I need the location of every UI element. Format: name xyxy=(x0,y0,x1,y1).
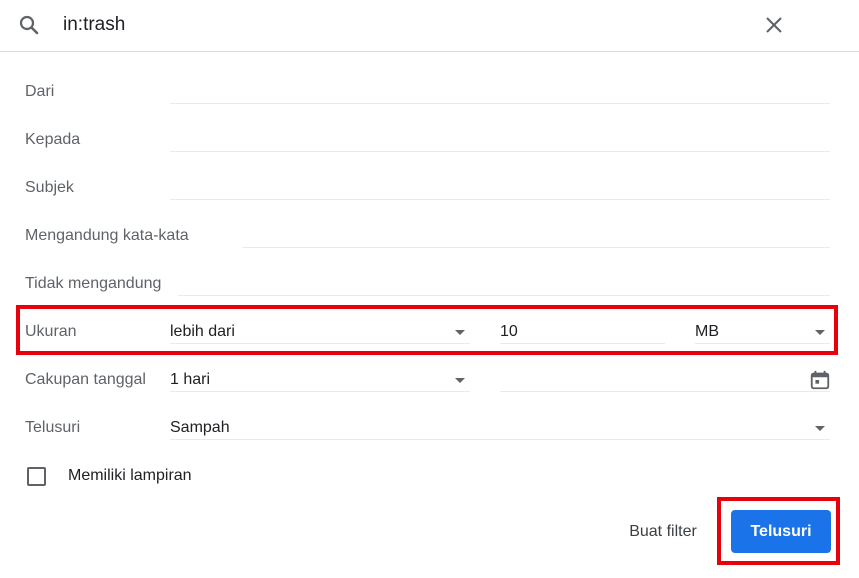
to-field[interactable] xyxy=(170,151,830,152)
calendar-icon[interactable] xyxy=(809,369,831,391)
has-attachment-checkbox[interactable] xyxy=(27,467,46,486)
has-words-label: Mengandung kata-kata xyxy=(25,227,189,244)
from-field[interactable] xyxy=(170,103,830,104)
chevron-down-icon[interactable] xyxy=(455,378,465,383)
date-input[interactable] xyxy=(500,391,830,392)
search-in-underline xyxy=(170,439,830,440)
search-icon[interactable] xyxy=(17,13,41,37)
date-range-label: Cakupan tanggal xyxy=(25,371,146,388)
chevron-down-icon[interactable] xyxy=(815,426,825,431)
size-row-highlight xyxy=(16,305,838,355)
search-in-select[interactable]: Sampah xyxy=(170,419,230,437)
not-has-field[interactable] xyxy=(178,295,830,296)
not-has-label: Tidak mengandung xyxy=(25,275,162,292)
search-button-highlight xyxy=(717,497,840,565)
has-words-field[interactable] xyxy=(243,247,830,248)
subject-field[interactable] xyxy=(170,199,830,200)
from-label: Dari xyxy=(25,83,55,100)
to-label: Kepada xyxy=(25,131,81,148)
subject-label: Subjek xyxy=(25,179,74,196)
date-range-select[interactable]: 1 hari xyxy=(170,371,210,389)
close-icon[interactable] xyxy=(762,13,786,37)
search-in-label: Telusuri xyxy=(25,419,81,436)
date-range-underline xyxy=(170,391,470,392)
create-filter-button[interactable]: Buat filter xyxy=(615,512,711,552)
search-bar: in:trash xyxy=(0,0,859,52)
search-query[interactable]: in:trash xyxy=(63,14,125,36)
has-attachment-label: Memiliki lampiran xyxy=(68,467,192,484)
